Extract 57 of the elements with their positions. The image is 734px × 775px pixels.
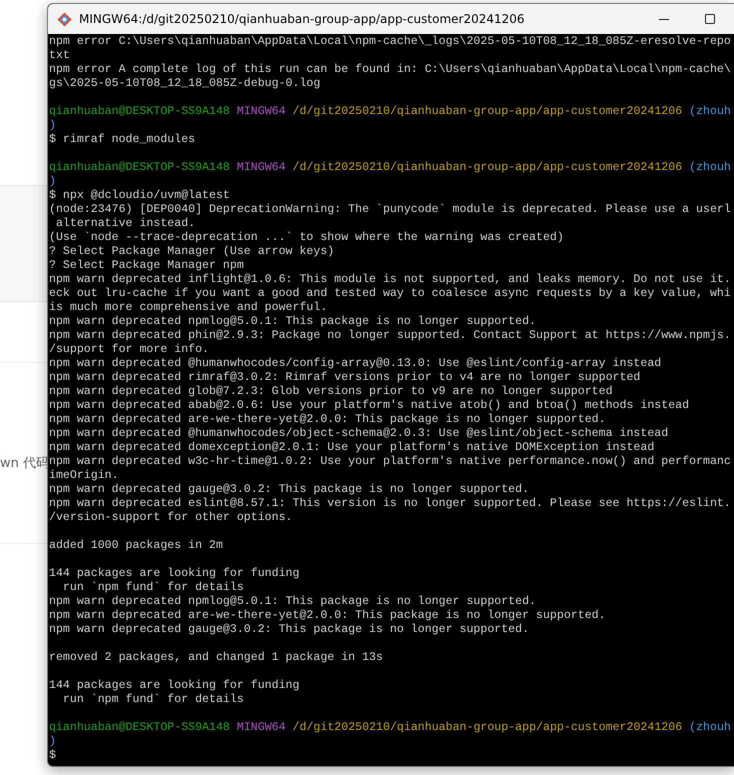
terminal-line: run `npm fund` for details <box>62 693 244 706</box>
terminal-line: gs\2025-05-10T08_12_18_085Z-debug-0.log <box>49 77 320 90</box>
terminal-line: ? Select Package Manager npm <box>49 259 244 272</box>
diamond-icon <box>57 12 72 26</box>
terminal-line: /support for more info. <box>49 343 210 356</box>
terminal-line: npm warn deprecated gauge@3.0.2: This package is no longer supported. <box>49 623 530 636</box>
terminal-line: run `npm fund` for details <box>62 581 244 594</box>
terminal-line: $ <box>49 749 56 762</box>
terminal-line: npm warn deprecated @humanwhocodes/config-array@0.13.0: Use @eslint/config-array instead <box>49 357 662 370</box>
terminal-line: (Use `node --trace-deprecation ...` to show where the warning was created) <box>49 231 564 244</box>
prompt-branch: ) <box>49 119 56 132</box>
prompt-branch: (zhouh <box>689 721 731 734</box>
terminal-line: imeOrigin. <box>49 469 119 482</box>
terminal-line: 144 packages are looking for funding <box>49 567 300 580</box>
terminal-line: npm error A complete log of this run can be found in: C:\Users\qianhuaban\AppData\Local\npm-cache\ <box>49 63 731 76</box>
terminal-line: npm warn deprecated npmlog@5.0.1: This package is no longer supported. <box>49 595 536 608</box>
terminal-line: (node:23476) [DEP0040] DeprecationWarning: The `punycode` module is deprecated. Please use a userl <box>49 203 731 216</box>
terminal-line: txt <box>49 49 70 62</box>
prompt-user: qianhuaban@DESKTOP-SS9A148 <box>49 161 230 174</box>
prompt-branch: (zhouh <box>689 161 731 174</box>
prompt-user: qianhuaban@DESKTOP-SS9A148 <box>49 721 230 734</box>
terminal-line: /version-support for other options. <box>49 511 293 524</box>
prompt-user: qianhuaban@DESKTOP-SS9A148 <box>49 105 230 118</box>
prompt-path: /d/git20250210/qianhuaban-group-app/app-customer20241206 <box>292 721 682 734</box>
terminal-line: ? Select Package Manager (Use arrow keys) <box>49 245 334 258</box>
prompt-branch: (zhouh <box>689 105 731 118</box>
terminal-line: npm warn deprecated gauge@3.0.2: This package is no longer supported. <box>49 483 530 496</box>
terminal-line: 144 packages are looking for funding <box>49 679 300 692</box>
terminal-line: npm warn deprecated rimraf@3.0.2: Rimraf versions prior to v4 are no longer supported <box>49 371 640 384</box>
terminal-line: is much more comprehensive and powerful. <box>49 301 328 314</box>
terminal-line: npm warn deprecated are-we-there-yet@2.0.0: This package is no longer supported. <box>49 413 606 426</box>
prompt-branch: ) <box>49 735 56 748</box>
maximize-icon <box>705 14 715 24</box>
terminal-line: npm warn deprecated phin@2.9.3: Package no longer supported. Contact Support at https://www.npmjs. <box>49 329 731 342</box>
terminal-line: $ rimraf node_modules <box>49 133 196 146</box>
prompt-branch: ) <box>49 175 56 188</box>
terminal-line: npm warn deprecated inflight@1.0.6: This module is not supported, and leaks memory. Do not use it. <box>49 273 731 286</box>
terminal-line: npm warn deprecated w3c-hr-time@1.0.2: Use your platform's native performance.now() and performanc <box>49 455 731 468</box>
terminal-line: npm warn deprecated eslint@8.57.1: This version is no longer supported. Please see https://eslint. <box>49 497 731 510</box>
window-title: MINGW64:/d/git20250210/qianhuaban-group-app/app-customer20241206 <box>79 12 525 26</box>
prompt-path: /d/git20250210/qianhuaban-group-app/app-customer20241206 <box>292 105 682 118</box>
prompt-host: MINGW64 <box>236 105 286 118</box>
terminal-line: eck out lru-cache if you want a good and tested way to coalesce async requests by a key value, whi <box>49 287 731 300</box>
terminal-line: alternative instead. <box>54 217 196 230</box>
prompt-host: MINGW64 <box>236 721 286 734</box>
terminal-line: npm warn deprecated abab@2.0.6: Use your platform's native atob() and btoa() methods instead <box>49 399 690 412</box>
terminal-line: npm error C:\Users\qianhuaban\AppData\Local\npm-cache\_logs\2025-05-10T08_12_18_085Z-eresolve-repo <box>49 35 731 48</box>
terminal-line: npm warn deprecated glob@7.2.3: Glob versions prior to v9 are no longer supported <box>49 385 613 398</box>
terminal-line: added 1000 packages in 2m <box>49 539 223 552</box>
terminal-line: npm warn deprecated domexception@2.0.1: Use your platform's native DOMException instead <box>49 441 654 454</box>
terminal-line: npm warn deprecated npmlog@5.0.1: This package is no longer supported. <box>49 315 536 328</box>
terminal-line: npm warn deprecated are-we-there-yet@2.0.0: This package is no longer supported. <box>49 609 606 622</box>
terminal-line: removed 2 packages, and changed 1 package in 13s <box>49 651 383 664</box>
prompt-path: /d/git20250210/qianhuaban-group-app/app-customer20241206 <box>292 161 682 174</box>
terminal-line: npm warn deprecated @humanwhocodes/object-schema@2.0.3: Use @eslint/object-schema instead <box>49 427 668 440</box>
terminal-line: $ npx @dcloudio/uvm@latest <box>49 189 230 202</box>
prompt-host: MINGW64 <box>236 161 286 174</box>
